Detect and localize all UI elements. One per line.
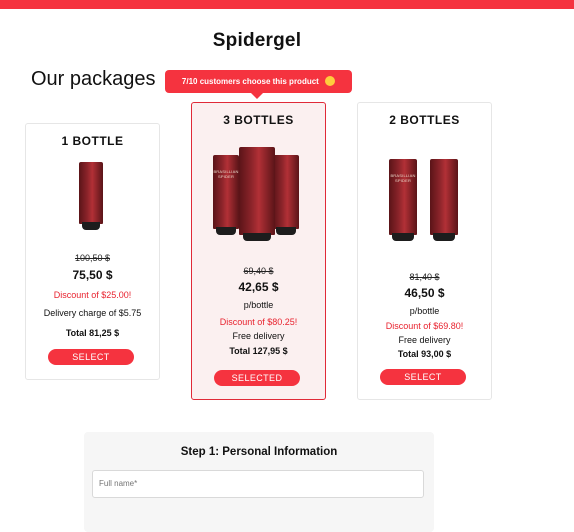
packages-heading: Our packages [31, 68, 156, 90]
brand-title: Spidergel [212, 30, 302, 51]
step-title: Step 1: Personal Information [180, 446, 338, 458]
total-text: Total 93,00 $ [397, 349, 452, 359]
package-title: 1 BOTTLE [61, 134, 124, 148]
package-title: 3 BOTTLES [223, 113, 294, 127]
old-price: 69,40 $ [243, 266, 274, 276]
package-title: 2 BOTTLES [389, 113, 460, 127]
tube-label: BRASILLIAN SPIDER [390, 173, 416, 183]
selected-button[interactable]: SELECTED [214, 370, 300, 386]
price: 42,65 $ [238, 280, 279, 294]
delivery-text: Free delivery [232, 331, 285, 341]
total-text: Total 81,25 $ [65, 328, 120, 338]
package-card-3-bottles[interactable]: 3 BOTTLES BRASILLIAN SPIDER 69,40 $ 42,6… [191, 102, 326, 400]
per-bottle-text: p/bottle [409, 306, 440, 316]
total-text: Total 127,95 $ [229, 346, 288, 356]
discount-text: Discount of $80.25! [219, 317, 298, 327]
discount-text: Discount of $25.00! [53, 290, 132, 300]
full-name-field[interactable] [92, 470, 424, 498]
select-button[interactable]: SELECT [48, 349, 134, 365]
full-name-input[interactable] [93, 471, 405, 495]
per-bottle-text: p/bottle [243, 300, 274, 310]
old-price: 100,50 $ [74, 253, 111, 263]
top-accent-bar [0, 0, 574, 9]
tooltip-text: 7/10 customers choose this product [181, 77, 319, 86]
popular-tooltip: 7/10 customers choose this product [165, 70, 352, 99]
package-card-2-bottles[interactable]: 2 BOTTLES BRASILLIAN SPIDER 81,40 $ 46,5… [357, 102, 492, 400]
package-card-1-bottle[interactable]: 1 BOTTLE 100,50 $ 75,50 $ Discount of $2… [25, 123, 160, 380]
personal-info-form: Step 1: Personal Information [84, 432, 434, 532]
delivery-text: Delivery charge of $5.75 [43, 308, 142, 318]
discount-text: Discount of $69.80! [385, 321, 464, 331]
tube-label: BRASILLIAN SPIDER [213, 169, 239, 179]
price: 46,50 $ [404, 286, 445, 300]
old-price: 81,40 $ [409, 272, 440, 282]
smile-emoji-icon [325, 75, 336, 86]
select-button[interactable]: SELECT [380, 369, 466, 385]
price: 75,50 $ [72, 268, 113, 282]
delivery-text: Free delivery [398, 335, 451, 345]
